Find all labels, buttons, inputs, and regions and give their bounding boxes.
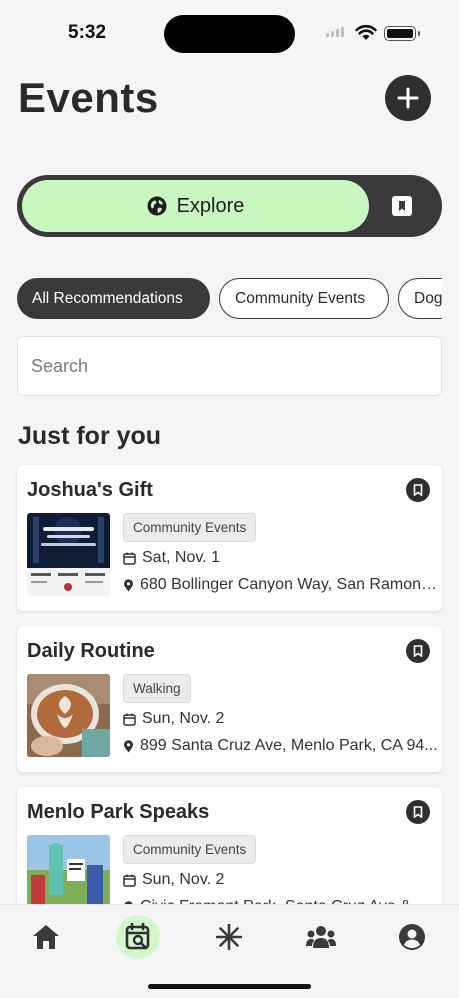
event-image: [27, 674, 110, 757]
location-pin-icon: [124, 739, 133, 752]
profile-icon: [399, 924, 425, 950]
event-category-tag: Community Events: [123, 835, 257, 864]
explore-tab[interactable]: Explore: [22, 180, 369, 232]
dynamic-island: [164, 15, 295, 53]
event-date: Sun, Nov. 2: [123, 871, 438, 889]
event-category-tag: Walking: [123, 674, 191, 703]
event-date: Sun, Nov. 2: [123, 710, 438, 728]
event-location: 680 Bollinger Canyon Way, San Ramon,...: [123, 576, 438, 594]
category-chips: All Recommendations Community Events Dog: [17, 278, 442, 320]
event-image: [27, 513, 110, 596]
status-time: 5:32: [68, 22, 107, 43]
tab-profile[interactable]: [390, 915, 434, 959]
wifi-icon: [355, 24, 377, 40]
add-event-button[interactable]: [385, 75, 431, 121]
event-title: Daily Routine: [27, 640, 155, 662]
bookmark-button[interactable]: [406, 478, 430, 502]
tab-groups[interactable]: [299, 915, 343, 959]
calendar-search-icon: [125, 923, 150, 950]
plus-icon: [397, 87, 419, 109]
bookmark-icon: [413, 806, 423, 818]
bookmark-icon: [413, 484, 423, 496]
event-card[interactable]: Daily Routine Walking Sun, Nov. 2 899 Sa…: [17, 626, 442, 772]
globe-icon: [147, 196, 167, 216]
bookmark-button[interactable]: [406, 800, 430, 824]
home-icon: [33, 925, 59, 949]
tab-home[interactable]: [24, 915, 68, 959]
search-input[interactable]: [17, 336, 442, 396]
event-title: Joshua's Gift: [27, 479, 153, 501]
cellular-signal-icon: [326, 27, 344, 37]
location-pin-icon: [123, 578, 133, 591]
calendar-icon: [123, 874, 136, 887]
section-title: Just for you: [18, 422, 162, 450]
chip-dog[interactable]: Dog: [398, 278, 442, 319]
calendar-icon: [123, 552, 136, 565]
status-bar: 5:32: [0, 0, 459, 68]
saved-bookmark-icon[interactable]: [391, 195, 413, 217]
tab-activity[interactable]: [207, 915, 251, 959]
chip-all-recommendations[interactable]: All Recommendations: [17, 278, 210, 319]
battery-icon: [384, 26, 420, 41]
explore-saved-toggle: Explore: [17, 175, 442, 237]
event-card[interactable]: Joshua's Gift Community Events Sat, Nov.…: [17, 465, 442, 611]
event-title: Menlo Park Speaks: [27, 801, 210, 823]
tab-events[interactable]: [116, 915, 160, 959]
chip-community-events[interactable]: Community Events: [219, 278, 389, 319]
explore-label: Explore: [176, 194, 245, 217]
group-icon: [306, 926, 336, 948]
bookmark-button[interactable]: [406, 639, 430, 663]
home-indicator: [148, 984, 311, 989]
calendar-icon: [123, 713, 136, 726]
asterisk-icon: [216, 924, 242, 950]
event-category-tag: Community Events: [123, 513, 257, 542]
page-title: Events: [18, 74, 159, 121]
event-date: Sat, Nov. 1: [123, 549, 438, 567]
event-location: 899 Santa Cruz Ave, Menlo Park, CA 94...: [123, 737, 438, 755]
bookmark-icon: [413, 645, 423, 657]
